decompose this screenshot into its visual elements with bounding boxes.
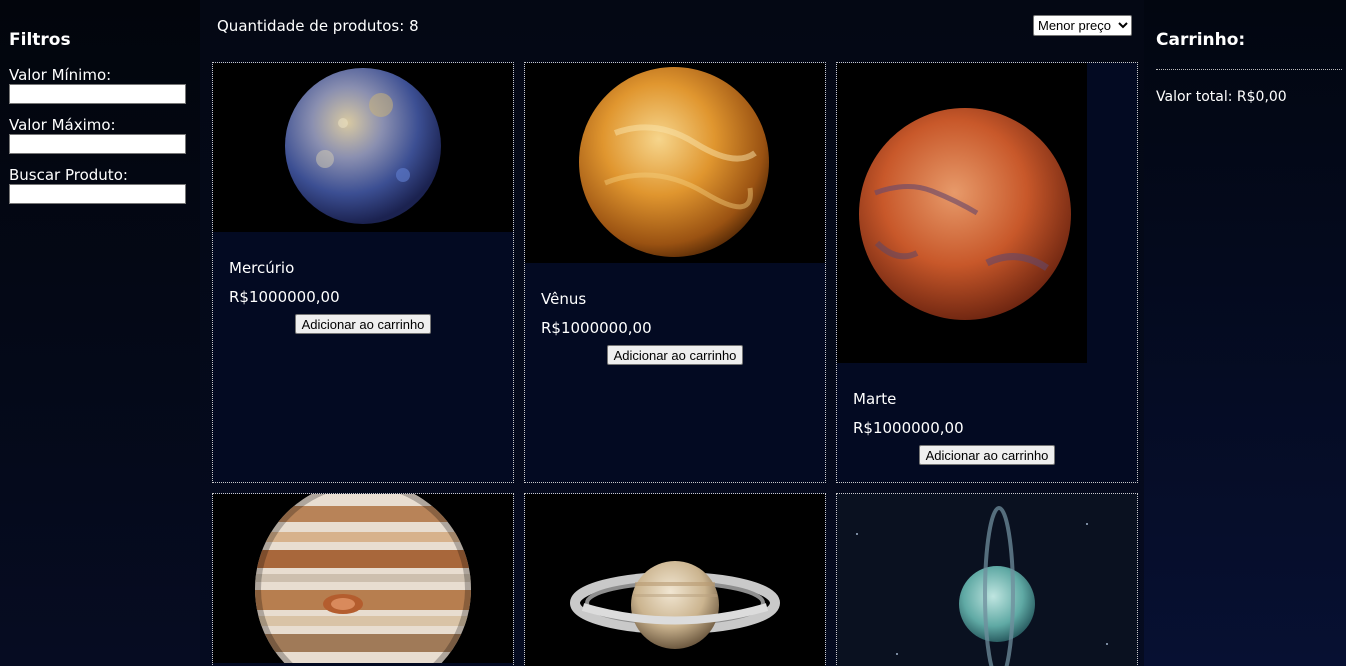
product-image-uranus: [837, 494, 1137, 666]
cart-sidebar: Carrinho: Valor total: R$0,00: [1144, 0, 1346, 666]
product-image-jupiter: [213, 494, 513, 663]
product-image-saturn: [525, 494, 825, 666]
product-price: R$1000000,00: [541, 319, 652, 337]
product-name: Marte: [853, 390, 897, 408]
filters-sidebar: Filtros Valor Mínimo: Valor Máximo: Busc…: [0, 0, 200, 666]
cart-total: Valor total: R$0,00: [1156, 89, 1287, 105]
product-count: Quantidade de produtos: 8: [217, 17, 419, 35]
max-value-input[interactable]: [9, 134, 186, 154]
min-value-label: Valor Mínimo:: [9, 66, 112, 84]
sort-select[interactable]: Menor preço: [1033, 15, 1132, 36]
product-card: [212, 493, 514, 666]
add-to-cart-button[interactable]: Adicionar ao carrinho: [606, 345, 744, 365]
product-card: [524, 493, 826, 666]
product-price: R$1000000,00: [229, 288, 340, 306]
product-card: Marte R$1000000,00 Adicionar ao carrinho: [836, 62, 1138, 483]
min-value-input[interactable]: [9, 84, 186, 104]
filters-title: Filtros: [9, 30, 71, 50]
product-card: Mercúrio R$1000000,00 Adicionar ao carri…: [212, 62, 514, 483]
product-name: Vênus: [541, 290, 587, 308]
products-area: Quantidade de produtos: 8 Menor preço Me…: [200, 0, 1144, 666]
product-image-mercury: [213, 63, 513, 232]
search-product-input[interactable]: [9, 184, 186, 204]
search-product-label: Buscar Produto:: [9, 166, 128, 184]
product-image-venus: [525, 63, 825, 263]
add-to-cart-button[interactable]: Adicionar ao carrinho: [294, 314, 432, 334]
max-value-label: Valor Máximo:: [9, 116, 116, 134]
product-price: R$1000000,00: [853, 419, 964, 437]
product-image-mars: [837, 63, 1087, 363]
product-card: Vênus R$1000000,00 Adicionar ao carrinho: [524, 62, 826, 483]
add-to-cart-button[interactable]: Adicionar ao carrinho: [918, 445, 1056, 465]
product-card: [836, 493, 1138, 666]
cart-title: Carrinho:: [1156, 30, 1246, 50]
cart-divider: [1156, 69, 1342, 70]
product-name: Mercúrio: [229, 259, 295, 277]
